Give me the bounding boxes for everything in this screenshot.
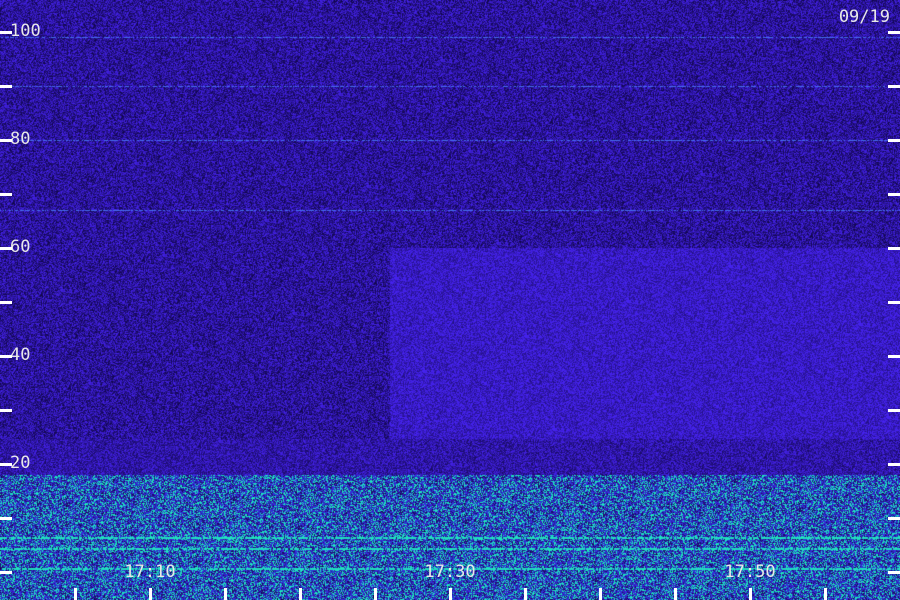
y-tick-left [0,247,12,250]
y-tick-label: 40 [10,345,31,365]
x-tick [824,588,827,600]
x-tick [599,588,602,600]
y-tick-label: 100 [10,21,41,41]
y-tick-label: 80 [10,129,31,149]
y-tick-left [0,409,12,412]
y-tick-right [888,139,900,142]
y-tick-right [888,409,900,412]
x-tick [524,588,527,600]
y-tick-right [888,85,900,88]
y-tick-right [888,571,900,574]
x-tick [74,588,77,600]
spectrogram-canvas [0,0,900,600]
y-tick-label: 60 [10,237,31,257]
y-tick-right [888,247,900,250]
x-tick-label: 17:50 [724,562,776,582]
y-tick-left [0,301,12,304]
x-tick [749,588,752,600]
x-tick [224,588,227,600]
date-label: 09/19 [838,7,890,27]
x-tick-label: 17:30 [424,562,476,582]
y-tick-left [0,139,12,142]
x-tick [149,588,152,600]
x-tick [374,588,377,600]
x-tick-label: 17:10 [124,562,176,582]
y-tick-right [888,355,900,358]
y-tick-left [0,517,12,520]
x-tick [449,588,452,600]
y-tick-left [0,355,12,358]
x-tick [674,588,677,600]
x-tick [299,588,302,600]
y-tick-right [888,193,900,196]
y-tick-label: 20 [10,453,31,473]
y-tick-left [0,193,12,196]
y-tick-left [0,31,12,34]
y-tick-left [0,571,12,574]
y-tick-left [0,463,12,466]
y-tick-left [0,85,12,88]
y-tick-right [888,31,900,34]
y-tick-right [888,463,900,466]
y-tick-right [888,301,900,304]
y-tick-right [888,517,900,520]
